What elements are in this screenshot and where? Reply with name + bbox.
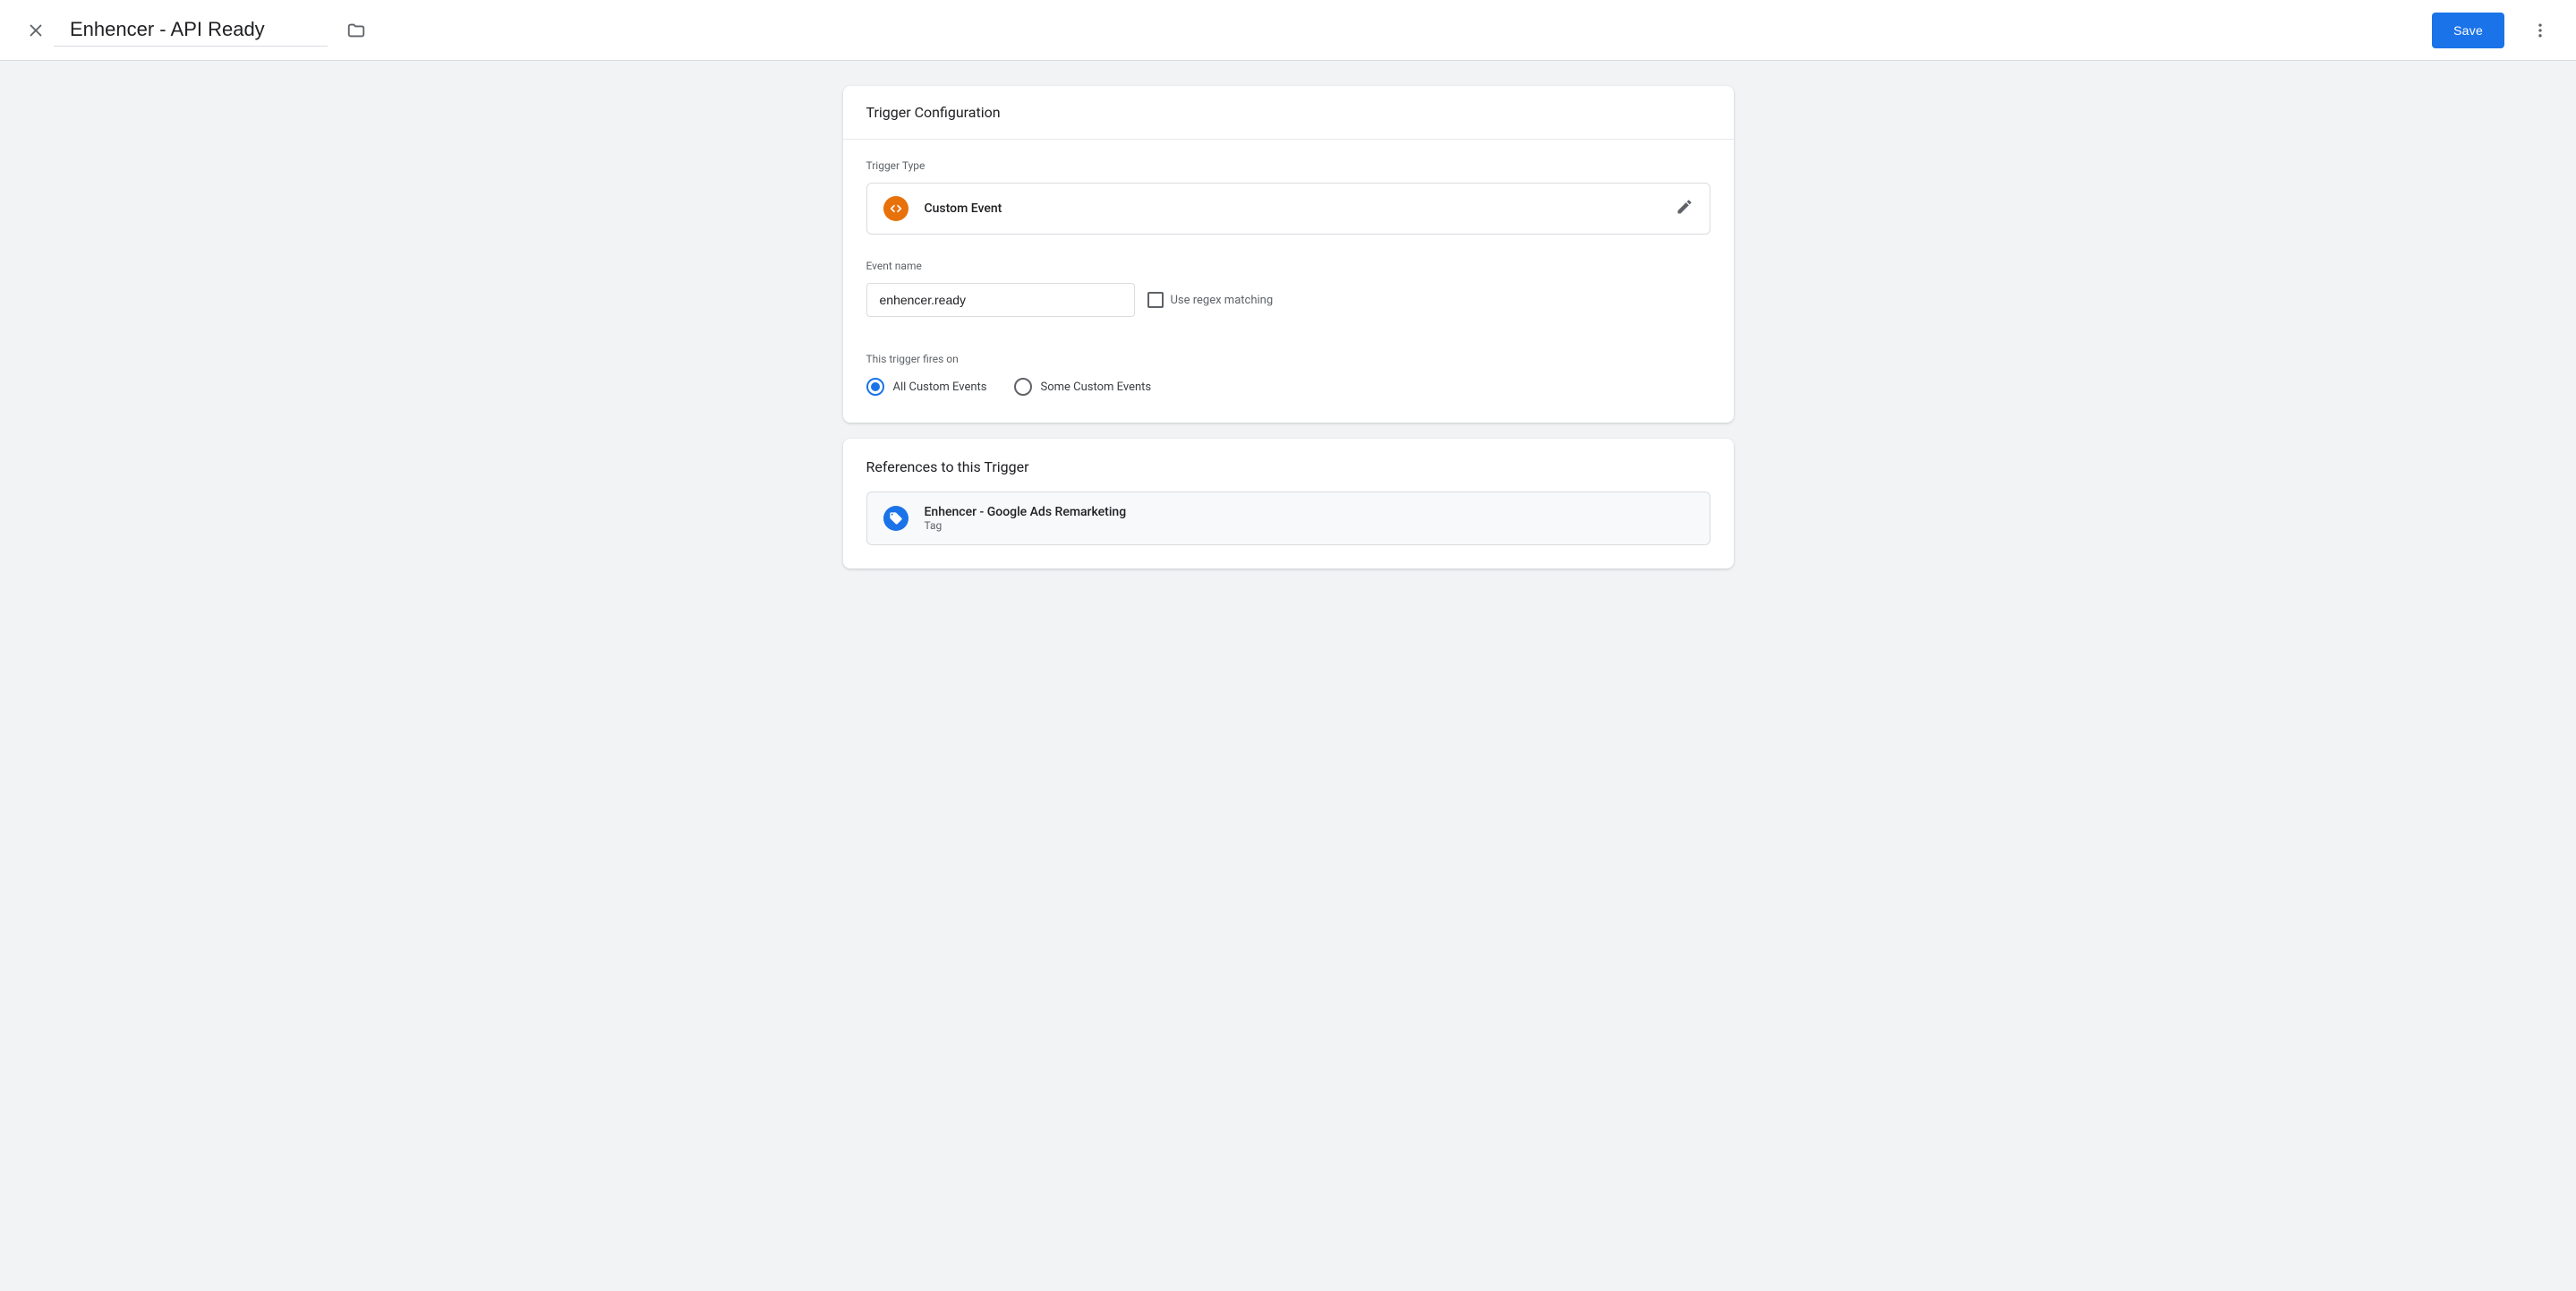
more-vert-icon [2531,21,2549,39]
fires-on-label: This trigger fires on [866,353,1710,365]
config-section-title: Trigger Configuration [843,86,1734,140]
reference-title: Enhencer - Google Ads Remarketing [925,505,1127,519]
trigger-config-card: Trigger Configuration Trigger Type Custo… [843,86,1734,423]
regex-checkbox-label: Use regex matching [1171,294,1274,307]
folder-button[interactable] [338,13,374,48]
pencil-icon [1676,198,1693,216]
radio-all-label: All Custom Events [893,380,987,394]
tag-icon [883,506,908,531]
radio-some-label: Some Custom Events [1041,380,1152,394]
trigger-type-value: Custom Event [925,201,1002,216]
reference-subtitle: Tag [925,519,1127,532]
radio-all-custom-events[interactable]: All Custom Events [866,378,987,396]
radio-button-unselected [1014,378,1032,396]
regex-checkbox[interactable]: Use regex matching [1147,292,1274,308]
radio-some-custom-events[interactable]: Some Custom Events [1014,378,1152,396]
close-button[interactable] [18,13,54,48]
checkbox-box [1147,292,1164,308]
folder-icon [346,21,366,40]
references-section-title: References to this Trigger [843,439,1734,492]
event-name-input[interactable] [866,283,1135,317]
trigger-type-selector[interactable]: Custom Event [866,183,1710,235]
event-name-label: Event name [866,260,1710,272]
references-card: References to this Trigger Enhencer - Go… [843,439,1734,569]
radio-button-selected [866,378,884,396]
trigger-type-label: Trigger Type [866,159,1710,172]
reference-row[interactable]: Enhencer - Google Ads Remarketing Tag [866,492,1710,545]
content-area: Trigger Configuration Trigger Type Custo… [843,86,1734,569]
close-icon [26,21,46,40]
save-button[interactable]: Save [2432,13,2504,48]
edit-trigger-type-button[interactable] [1676,198,1693,219]
custom-event-icon [883,196,908,221]
trigger-name-input[interactable] [70,14,328,46]
editor-header: Save [0,0,2576,61]
more-menu-button[interactable] [2522,13,2558,48]
